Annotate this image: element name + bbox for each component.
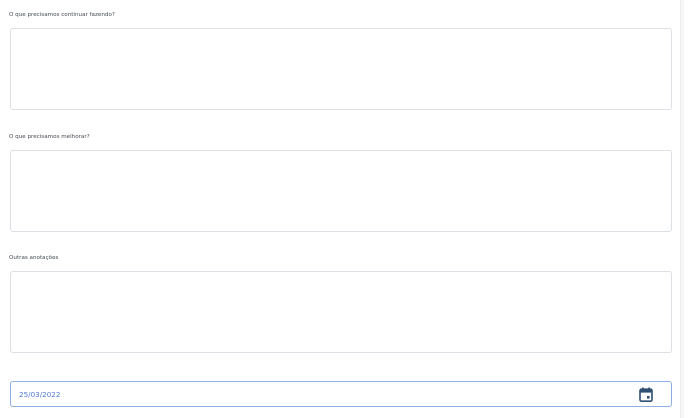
continue-doing-textarea[interactable]: [10, 28, 672, 110]
improve-label: O que precisamos melhorar?: [9, 134, 90, 140]
other-notes-label: Outras anotações: [9, 255, 59, 261]
date-value: 25/03/2022: [19, 390, 61, 399]
calendar-icon[interactable]: [639, 387, 653, 403]
improve-textarea[interactable]: [10, 150, 672, 232]
scrollbar[interactable]: [680, 0, 684, 418]
retrospective-form: O que precisamos continuar fazendo? O qu…: [0, 0, 692, 418]
continue-doing-label: O que precisamos continuar fazendo?: [9, 12, 115, 18]
date-field[interactable]: 25/03/2022: [10, 381, 672, 407]
other-notes-textarea[interactable]: [10, 271, 672, 353]
